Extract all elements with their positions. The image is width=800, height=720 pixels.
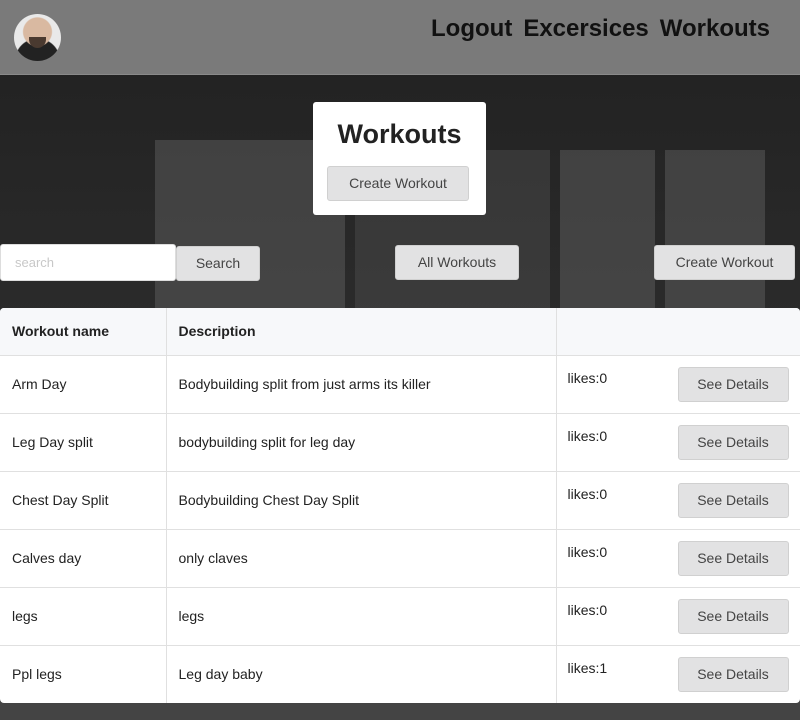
table-header-row: Workout name Description <box>0 308 800 356</box>
table-row: Leg Day split bodybuilding split for leg… <box>0 413 800 472</box>
workout-name: Ppl legs <box>0 645 167 703</box>
table-row: Chest Day Split Bodybuilding Chest Day S… <box>0 471 800 530</box>
row-actions: likes:0 See Details <box>556 529 800 588</box>
see-details-button[interactable]: See Details <box>677 540 789 576</box>
likes-count: likes:0 <box>567 369 608 386</box>
see-details-button[interactable]: See Details <box>677 656 789 692</box>
likes-count: likes:0 <box>567 427 608 444</box>
all-workouts-button[interactable]: All Workouts <box>395 245 519 280</box>
column-header-name: Workout name <box>0 308 167 356</box>
see-details-button[interactable]: See Details <box>677 598 789 634</box>
table-row: Arm Day Bodybuilding split from just arm… <box>0 355 800 414</box>
row-actions: likes:0 See Details <box>556 355 800 414</box>
row-actions: likes:0 See Details <box>556 587 800 646</box>
create-workout-button-secondary[interactable]: Create Workout <box>654 245 795 280</box>
workout-description: Bodybuilding split from just arms its ki… <box>166 355 557 414</box>
avatar[interactable] <box>14 14 61 61</box>
likes-count: likes:0 <box>567 543 608 560</box>
row-actions: likes:0 See Details <box>556 413 800 472</box>
page-title: Workouts <box>337 119 462 149</box>
workout-description: Bodybuilding Chest Day Split <box>166 471 557 530</box>
title-card: Workouts Create Workout <box>313 102 486 215</box>
see-details-button[interactable]: See Details <box>677 482 789 518</box>
nav-workouts-link[interactable]: Workouts <box>660 14 770 44</box>
workout-name: legs <box>0 587 167 646</box>
search-button[interactable]: Search <box>176 246 260 281</box>
workout-name: Arm Day <box>0 355 167 414</box>
workout-description: bodybuilding split for leg day <box>166 413 557 472</box>
table-row: Calves day only claves likes:0 See Detai… <box>0 529 800 588</box>
likes-count: likes:0 <box>567 485 608 502</box>
search-input[interactable] <box>0 244 176 281</box>
row-actions: likes:1 See Details <box>556 645 800 703</box>
nav-links: Logout Excersices Workouts <box>431 14 770 44</box>
workout-description: legs <box>166 587 557 646</box>
likes-count: likes:0 <box>567 601 608 618</box>
table-row: Ppl legs Leg day baby likes:1 See Detail… <box>0 645 800 703</box>
workout-description: Leg day baby <box>166 645 557 703</box>
see-details-button[interactable]: See Details <box>677 366 789 402</box>
workout-name: Calves day <box>0 529 167 588</box>
nav-logout-link[interactable]: Logout <box>431 14 512 44</box>
workout-name: Chest Day Split <box>0 471 167 530</box>
table-row: legs legs likes:0 See Details <box>0 587 800 646</box>
workout-name: Leg Day split <box>0 413 167 472</box>
top-navbar: Logout Excersices Workouts <box>0 0 800 75</box>
workouts-table: Workout name Description Arm Day Bodybui… <box>0 308 800 703</box>
see-details-button[interactable]: See Details <box>677 424 789 460</box>
workout-description: only claves <box>166 529 557 588</box>
nav-exercises-link[interactable]: Excersices <box>523 14 648 44</box>
column-header-description: Description <box>166 308 557 356</box>
likes-count: likes:1 <box>567 659 608 676</box>
column-header-actions <box>556 308 800 356</box>
create-workout-button[interactable]: Create Workout <box>327 166 469 201</box>
row-actions: likes:0 See Details <box>556 471 800 530</box>
